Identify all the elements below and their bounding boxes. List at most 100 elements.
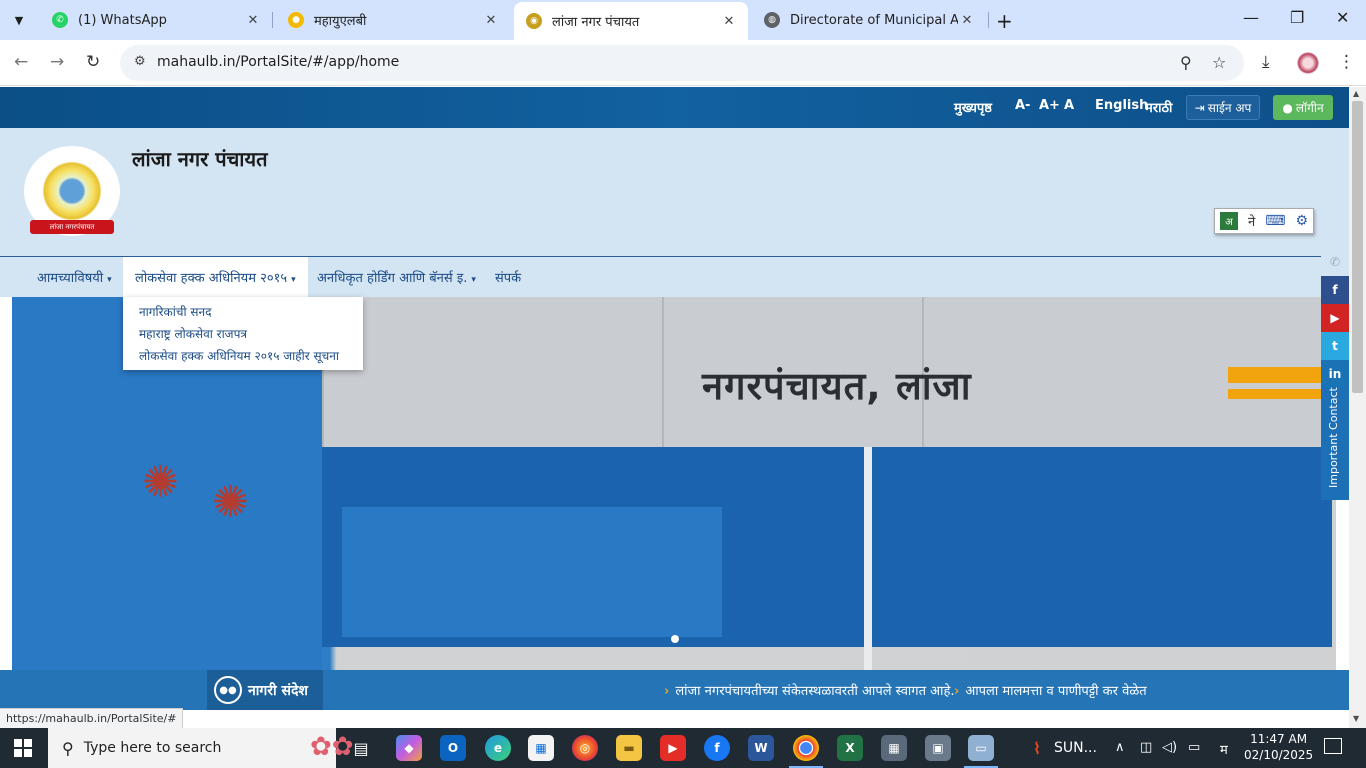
page-scrollbar[interactable]: ▲ ▼ — [1349, 87, 1366, 728]
youtube-app-icon[interactable]: ▶ — [660, 735, 686, 761]
important-contact-tab[interactable]: Important Contact — [1321, 387, 1349, 500]
glass-panel — [342, 507, 722, 637]
tab-mahaulb[interactable]: ● महायुएलबी ✕ — [276, 4, 510, 36]
tab-search-button[interactable]: ▼ — [6, 7, 32, 33]
youtube-icon[interactable]: ▶ — [1321, 304, 1349, 332]
word-icon[interactable]: W — [748, 735, 774, 761]
profile-avatar[interactable] — [1297, 52, 1319, 74]
clock-date: 02/10/2025 — [1244, 748, 1314, 762]
close-icon[interactable]: ✕ — [958, 13, 976, 28]
nav-item-public-services-act[interactable]: लोकसेवा हक्क अधिनियम २०१५ ▾ — [123, 257, 308, 297]
ticker-message[interactable]: › आपला मालमत्ता व पाणीपट्टी कर वेळेत — [954, 681, 1147, 699]
page-bottom-area — [0, 710, 1349, 728]
input-language-char[interactable]: ने — [1248, 212, 1255, 230]
network-icon[interactable]: ▭ — [1188, 740, 1200, 755]
link-status-bar: https://mahaulb.in/PortalSite/# — [0, 708, 184, 728]
gear-icon[interactable]: ⚙ — [1295, 213, 1308, 229]
file-explorer-icon[interactable]: ▬ — [616, 735, 642, 761]
sun-app-label[interactable]: SUN... — [1054, 740, 1097, 756]
calculator-icon[interactable]: ▦ — [881, 735, 907, 761]
nav-dropdown-menu: नागरिकांची सनद महाराष्ट्र लोकसेवा राजपत्… — [123, 297, 363, 370]
address-bar[interactable]: ⚙ mahaulb.in/PortalSite/#/app/home ⚲ ☆ — [120, 45, 1244, 81]
login-button[interactable]: ● लॉगीन — [1273, 95, 1333, 120]
menu-kebab-icon[interactable]: ⋮ — [1338, 52, 1355, 72]
nav-label: लोकसेवा हक्क अधिनियम २०१५ — [135, 271, 288, 286]
zoom-icon[interactable]: ⚲ — [1180, 53, 1192, 72]
site-settings-icon[interactable]: ⚙ — [134, 54, 146, 69]
back-button[interactable]: ← — [14, 52, 28, 72]
copilot-icon[interactable]: ◆ — [396, 735, 422, 761]
download-icon[interactable]: ⤓ — [1262, 52, 1270, 72]
input-tool-widget[interactable]: अ ने ⌨ ⚙ — [1214, 208, 1314, 234]
close-icon[interactable]: ✕ — [244, 13, 262, 28]
dropdown-item-public-notice[interactable]: लोकसेवा हक्क अधिनियम २०१५ जाहीर सूचना — [139, 347, 339, 364]
ticker-message[interactable]: › लांजा नगरपंचायतीच्या संकेतस्थळावरती आपल… — [664, 681, 955, 699]
system-clock[interactable]: 11:47 AM 02/10/2025 — [1244, 731, 1313, 763]
snipping-tool-icon[interactable]: ▭ — [964, 735, 998, 768]
close-icon[interactable]: ✕ — [482, 13, 500, 28]
reload-button[interactable]: ↻ — [86, 52, 100, 72]
facebook-icon[interactable]: f — [1321, 276, 1349, 304]
scroll-down-icon[interactable]: ▼ — [1353, 714, 1359, 723]
tab-directorate[interactable]: ◍ Directorate of Municipal Admin ✕ — [752, 4, 986, 36]
store-icon[interactable]: ▦ — [528, 735, 554, 761]
network-app-icon[interactable]: ▣ — [925, 735, 951, 761]
url-text[interactable]: mahaulb.in/PortalSite/#/app/home — [157, 54, 399, 70]
tray-chevron-up-icon[interactable]: ∧ — [1115, 740, 1125, 755]
volume-icon[interactable]: ◁) — [1162, 740, 1177, 755]
meet-now-icon[interactable]: ◫ — [1140, 740, 1152, 755]
scroll-up-icon[interactable]: ▲ — [1353, 89, 1359, 98]
nav-item-contact[interactable]: संपर्क — [495, 268, 521, 286]
font-increase-button[interactable]: A+ — [1039, 98, 1060, 113]
dropdown-item-citizen-charter[interactable]: नागरिकांची सनद — [139, 303, 212, 320]
tab-whatsapp[interactable]: ✆ (1) WhatsApp ✕ — [40, 4, 272, 36]
sun-app-icon[interactable]: ⌇ — [1024, 735, 1050, 761]
task-view-icon[interactable]: ▤ — [348, 735, 374, 761]
user-icon: ● — [1282, 100, 1293, 115]
restore-button[interactable]: ❐ — [1290, 8, 1304, 27]
orange-stripe — [1228, 389, 1336, 399]
scrollbar-thumb[interactable] — [1352, 101, 1363, 393]
tab-lanja[interactable]: ◉ लांजा नगर पंचायत ✕ — [514, 2, 748, 40]
top-utility-bar: मुख्यपृष्ठ A- A+ A English मराठी ⇥ साईन … — [0, 87, 1349, 128]
close-icon[interactable]: ✕ — [720, 14, 738, 29]
phone-icon[interactable]: ✆ — [1321, 248, 1349, 276]
plant-decor: ✺ — [212, 477, 249, 528]
windows-start-button[interactable] — [14, 739, 32, 757]
nav-item-hoardings[interactable]: अनधिकृत होर्डिंग आणि बॅनर्स इ. ▾ — [317, 268, 476, 286]
close-window-button[interactable]: ✕ — [1336, 8, 1349, 27]
english-language-link[interactable]: English — [1095, 98, 1148, 113]
twitter-icon[interactable]: t — [1321, 332, 1349, 360]
input-tools-logo-icon: अ — [1220, 212, 1238, 230]
sign-in-arrow-icon: ⇥ — [1194, 100, 1205, 115]
notification-icon[interactable] — [1324, 738, 1342, 754]
home-link[interactable]: मुख्यपृष्ठ — [954, 98, 992, 116]
windows-taskbar: ⚲ Type here to search ✿✿ ▤ ◆ O e ▦ ◎ ▬ ▶… — [0, 728, 1366, 768]
taskbar-search-box[interactable]: ⚲ Type here to search ✿✿ — [48, 728, 354, 768]
linkedin-icon[interactable]: in — [1321, 360, 1349, 388]
font-reset-button[interactable]: A — [1064, 98, 1074, 113]
dropdown-item-gazette[interactable]: महाराष्ट्र लोकसेवा राजपत्र — [139, 325, 247, 342]
new-tab-button[interactable]: + — [996, 9, 1013, 33]
firefox-icon[interactable]: ◎ — [572, 735, 598, 761]
ticker-message-text: लांजा नगरपंचायतीच्या संकेतस्थळावरती आपले… — [675, 684, 955, 699]
nav-item-about[interactable]: आमच्याविषयी ▾ — [37, 268, 112, 286]
input-method-indicator[interactable]: म — [1220, 740, 1228, 758]
facebook-app-icon[interactable]: f — [704, 735, 730, 761]
font-decrease-button[interactable]: A- — [1015, 98, 1030, 113]
marathi-language-link[interactable]: मराठी — [1145, 98, 1172, 116]
browser-toolbar: ← → ↻ ⚙ mahaulb.in/PortalSite/#/app/home… — [0, 40, 1366, 86]
edge-icon[interactable]: e — [485, 735, 511, 761]
outlook-icon[interactable]: O — [440, 735, 466, 761]
signup-button[interactable]: ⇥ साईन अप — [1186, 95, 1260, 120]
minimize-button[interactable]: — — [1243, 8, 1259, 27]
keyboard-icon[interactable]: ⌨ — [1265, 213, 1285, 229]
excel-icon[interactable]: X — [837, 735, 863, 761]
bookmark-star-icon[interactable]: ☆ — [1212, 53, 1226, 72]
chevron-right-icon: › — [954, 684, 960, 699]
forward-button[interactable]: → — [50, 52, 64, 72]
carousel-indicator[interactable] — [671, 635, 679, 643]
chrome-icon[interactable] — [789, 735, 823, 768]
ticker-label: ●● नागरी संदेश — [207, 670, 323, 710]
facade-panel — [322, 297, 662, 447]
